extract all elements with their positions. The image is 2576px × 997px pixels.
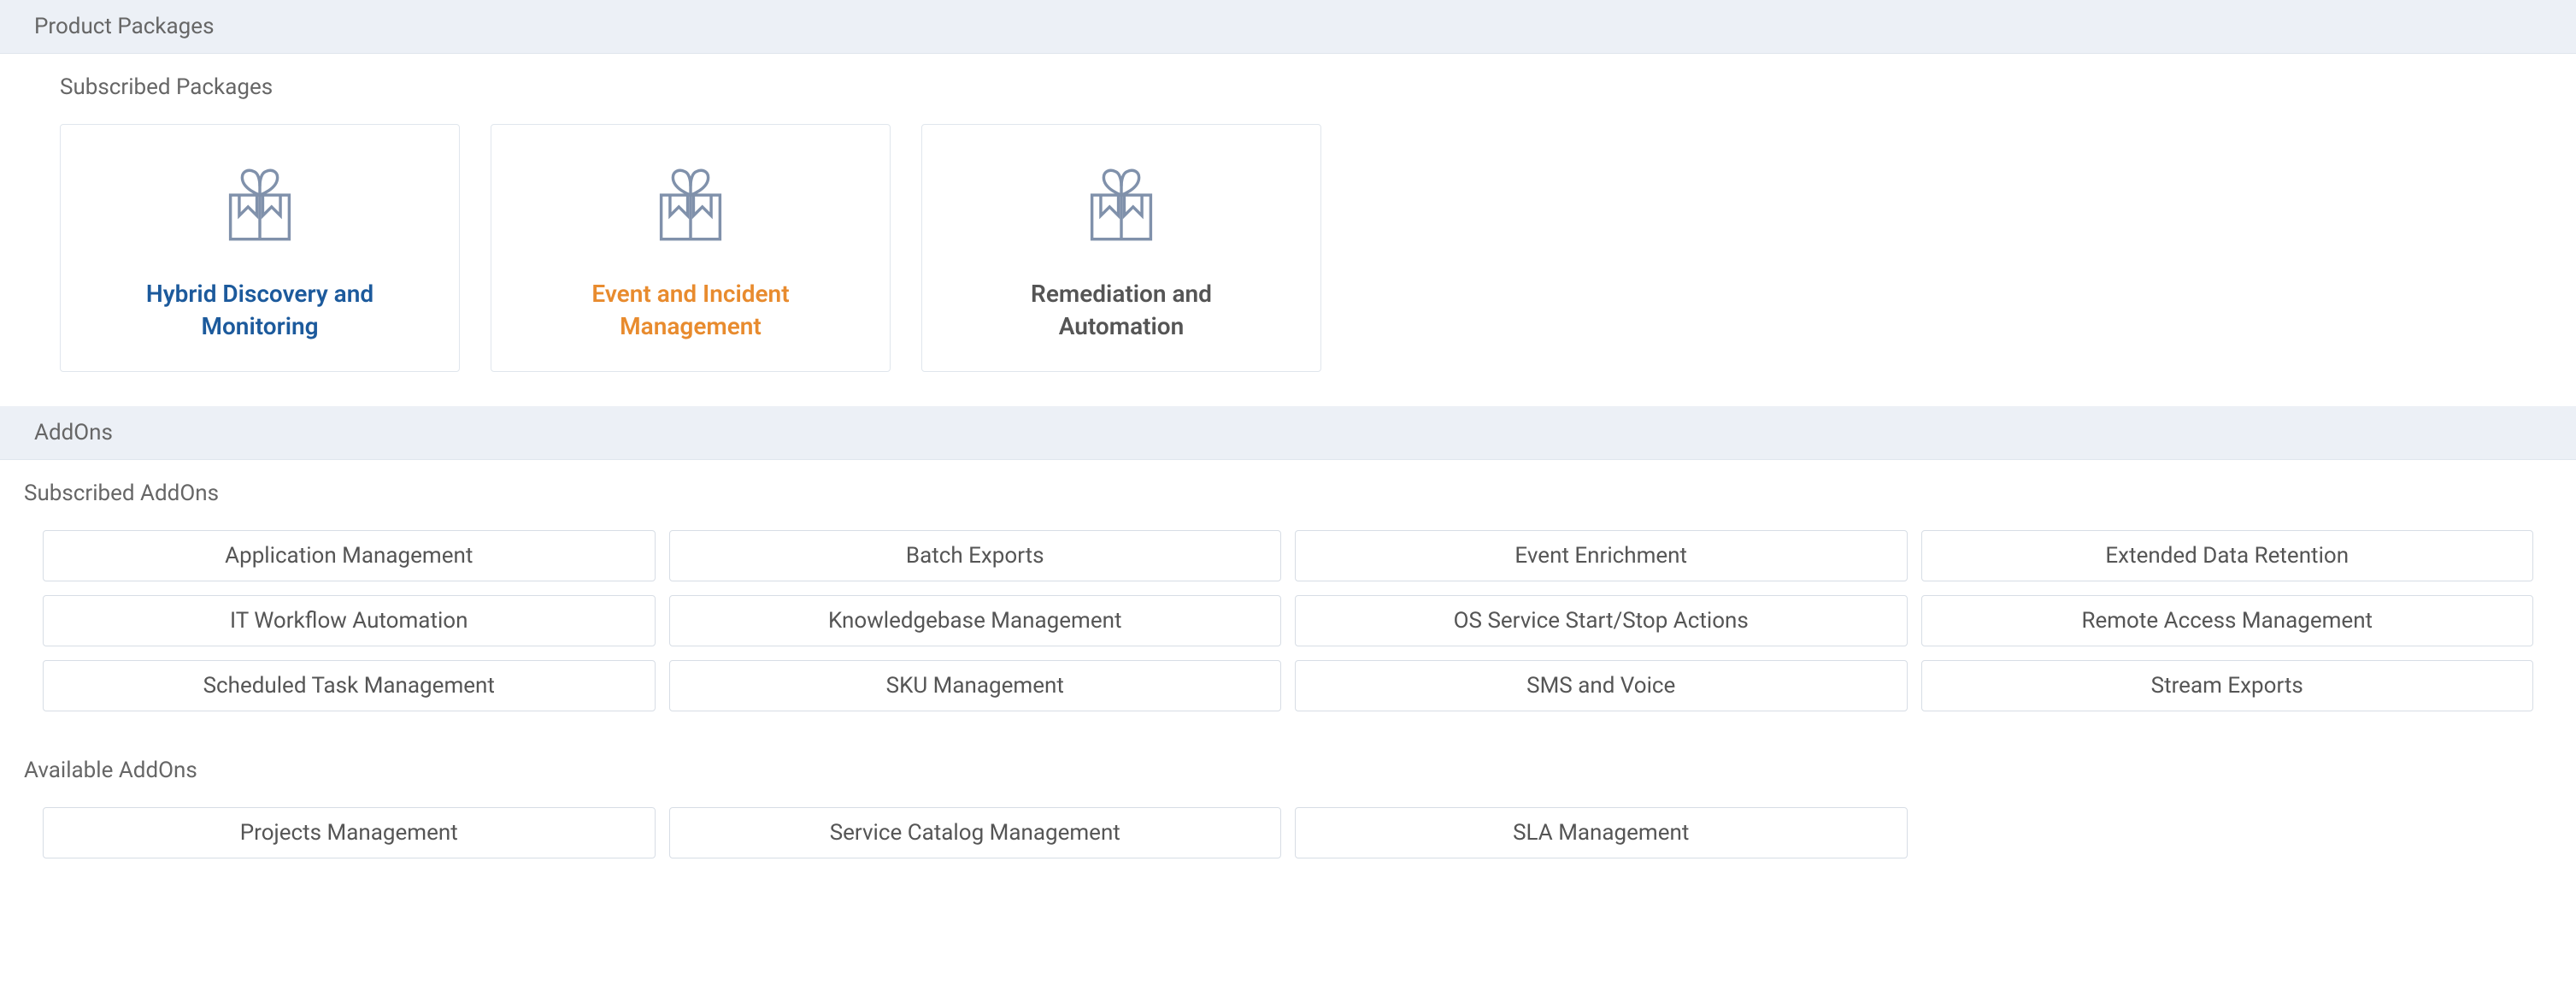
addon-pill[interactable]: Extended Data Retention [1921, 530, 2534, 581]
addon-pill[interactable]: Event Enrichment [1295, 530, 1908, 581]
addon-pill[interactable]: SKU Management [669, 660, 1282, 711]
addon-pill[interactable]: SLA Management [1295, 807, 1908, 858]
addon-pill[interactable]: IT Workflow Automation [43, 595, 656, 646]
subscribed-addons-grid: Application Management Batch Exports Eve… [0, 506, 2576, 720]
package-title: Hybrid Discovery and Monitoring [106, 278, 414, 343]
package-title: Remediation and Automation [967, 278, 1275, 343]
available-addons-label: Available AddOns [0, 737, 2576, 783]
available-addons-grid: Projects Management Service Catalog Mana… [0, 783, 2576, 867]
addon-pill[interactable]: Service Catalog Management [669, 807, 1282, 858]
addon-pill[interactable]: Projects Management [43, 807, 656, 858]
addon-pill[interactable]: Remote Access Management [1921, 595, 2534, 646]
package-card-remediation[interactable]: Remediation and Automation [921, 124, 1321, 372]
addon-pill[interactable]: SMS and Voice [1295, 660, 1908, 711]
gift-icon [213, 154, 307, 254]
addon-pill[interactable]: Scheduled Task Management [43, 660, 656, 711]
addons-header: AddOns [0, 406, 2576, 460]
addon-pill[interactable]: Stream Exports [1921, 660, 2534, 711]
addon-pill[interactable]: Batch Exports [669, 530, 1282, 581]
addon-pill[interactable]: Application Management [43, 530, 656, 581]
subscribed-addons-label: Subscribed AddOns [0, 460, 2576, 506]
package-title: Event and Incident Management [537, 278, 844, 343]
addon-pill[interactable]: OS Service Start/Stop Actions [1295, 595, 1908, 646]
gift-icon [644, 154, 738, 254]
gift-icon [1074, 154, 1168, 254]
package-row: Hybrid Discovery and Monitoring Event an… [0, 100, 2576, 406]
subscribed-packages-label: Subscribed Packages [0, 54, 2576, 100]
package-card-hybrid-discovery[interactable]: Hybrid Discovery and Monitoring [60, 124, 460, 372]
addon-pill[interactable]: Knowledgebase Management [669, 595, 1282, 646]
package-card-event-incident[interactable]: Event and Incident Management [491, 124, 891, 372]
product-packages-header: Product Packages [0, 0, 2576, 54]
